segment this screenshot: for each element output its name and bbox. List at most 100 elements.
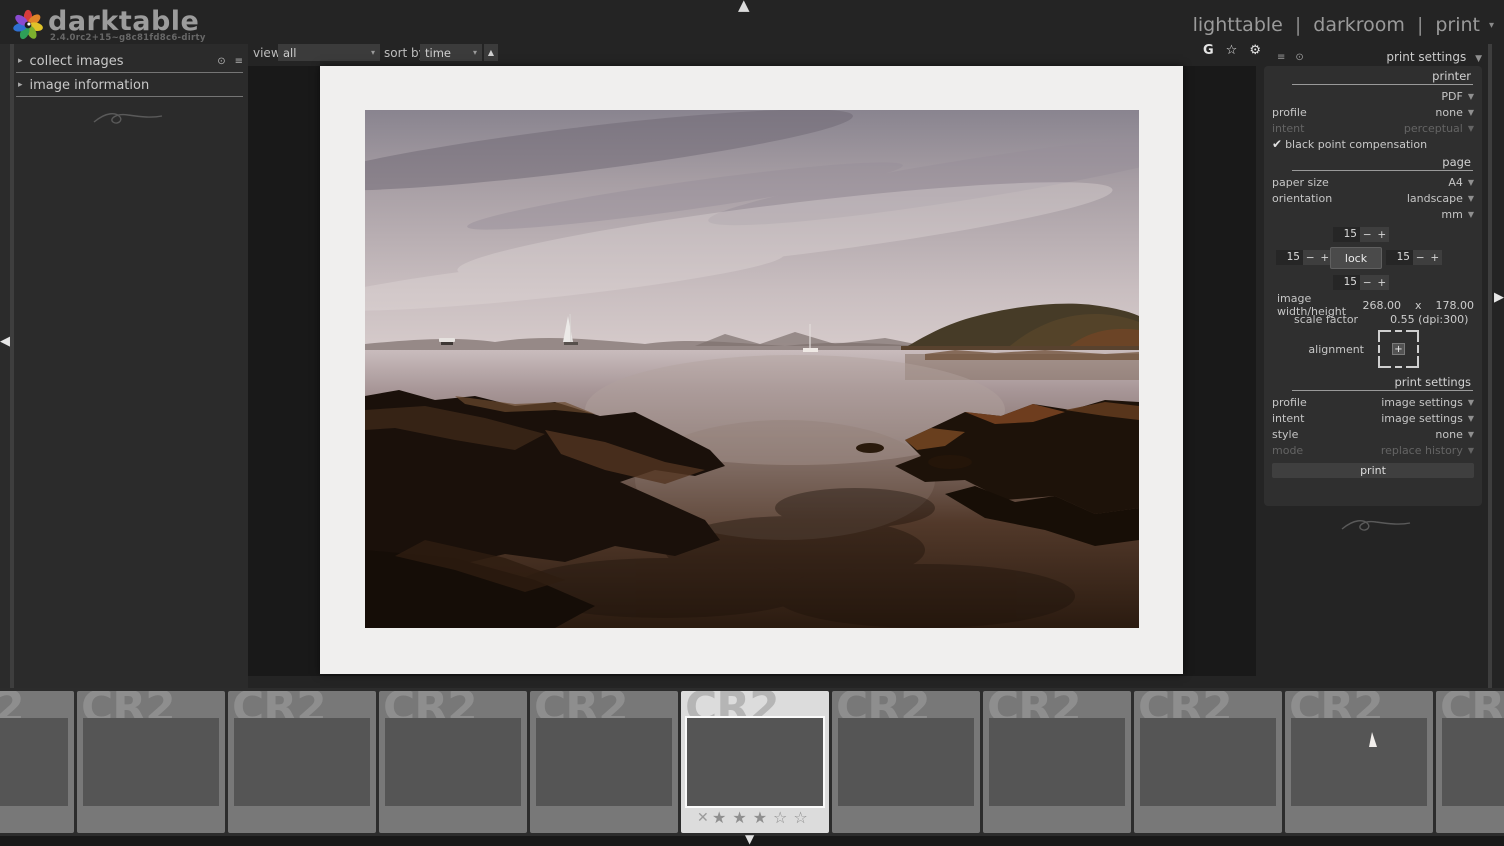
plus-icon[interactable]: + — [1377, 229, 1386, 241]
filmstrip-thumbnail[interactable]: CR2 — [983, 691, 1131, 833]
orientation-dropdown[interactable]: landscape ▼ — [1407, 192, 1474, 205]
grouping-icon[interactable]: G — [1203, 43, 1214, 58]
collect-images-section[interactable]: ▸ collect images ⊙ ≡ — [18, 50, 243, 72]
filmstrip-thumbnail[interactable]: CR2 — [77, 691, 225, 833]
paper-size-dropdown[interactable]: A4 ▼ — [1448, 176, 1474, 189]
bottom-panel-collapse-icon[interactable]: ▼ — [745, 832, 754, 846]
thumbnail-photo — [687, 718, 823, 806]
star-filled-icon[interactable]: ★ — [712, 809, 726, 827]
right-panel-handle[interactable] — [1488, 44, 1492, 688]
plus-icon[interactable]: + — [1430, 252, 1439, 264]
view-switcher: lighttable | darkroom | print — [1193, 14, 1480, 36]
align-top-left-button[interactable] — [1378, 330, 1391, 342]
printer-section-header[interactable]: printer — [1292, 69, 1473, 85]
view-darkroom[interactable]: darkroom — [1313, 14, 1405, 36]
print-settings-section-header[interactable]: print settings — [1292, 375, 1473, 391]
star-empty-icon[interactable]: ☆ — [773, 809, 787, 827]
filmstrip-thumbnail[interactable]: CR2 — [228, 691, 376, 833]
star-empty-icon[interactable]: ☆ — [793, 809, 807, 827]
image-information-label: image information — [30, 78, 150, 93]
minus-icon[interactable]: − — [1306, 252, 1315, 264]
left-panel-handle[interactable] — [10, 44, 14, 688]
margin-right-spinner[interactable]: 15 − + — [1386, 250, 1442, 265]
image-width-value: 268.00 — [1362, 299, 1401, 312]
sort-dropdown[interactable]: time ▾ — [420, 44, 482, 61]
printer-profile-dropdown[interactable]: none ▼ — [1435, 106, 1474, 119]
app-version: 2.4.0rc2+15~g8c81fd8c6-dirty — [50, 33, 206, 43]
align-top-center-button[interactable] — [1395, 330, 1402, 342]
filmstrip-thumbnail[interactable]: CR2 — [0, 691, 74, 833]
align-bottom-left-button[interactable] — [1378, 356, 1391, 368]
gear-icon[interactable]: ⚙ — [1249, 43, 1261, 58]
print-profile-dropdown[interactable]: image settings ▼ — [1381, 396, 1474, 409]
filmstrip-thumbnail[interactable]: CR2 — [1436, 691, 1504, 833]
margin-left-spinner[interactable]: 15 − + — [1276, 250, 1332, 265]
top-panel-collapse-icon[interactable]: ▲ — [738, 0, 750, 14]
printer-intent-dropdown[interactable]: perceptual ▼ — [1404, 122, 1474, 135]
mode-dropdown[interactable]: replace history ▼ — [1381, 444, 1474, 457]
minus-icon[interactable]: − — [1416, 252, 1425, 264]
black-point-compensation-checkbox[interactable]: ✔ black point compensation — [1264, 136, 1482, 152]
view-filter-dropdown[interactable]: all ▾ — [278, 44, 380, 61]
left-panel-collapse-icon[interactable]: ◀ — [0, 334, 10, 349]
printer-device-dropdown[interactable]: PDF ▼ — [1441, 90, 1474, 103]
align-middle-right-button[interactable] — [1406, 345, 1419, 353]
favorites-star-icon[interactable]: ☆ — [1226, 43, 1238, 58]
filmstrip-thumbnail[interactable]: CR2 — [530, 691, 678, 833]
right-panel-title[interactable]: print settings ▼ — [1360, 50, 1482, 64]
reset-icon[interactable]: ⊙ — [1295, 52, 1303, 63]
reject-icon[interactable]: ✕ — [697, 810, 709, 826]
margin-top-spinner[interactable]: 15 − + — [1333, 227, 1389, 242]
print-intent-dropdown[interactable]: image settings ▼ — [1381, 412, 1474, 425]
align-top-right-button[interactable] — [1406, 330, 1419, 342]
align-bottom-right-button[interactable] — [1406, 356, 1419, 368]
filmstrip-thumbnail[interactable]: CR2 — [1285, 691, 1433, 833]
alignment-label: alignment — [1272, 343, 1378, 356]
plus-icon[interactable]: + — [1377, 277, 1386, 289]
filmstrip-thumbnail[interactable]: CR2 — [832, 691, 980, 833]
minus-icon[interactable]: − — [1363, 229, 1372, 241]
print-profile-label: profile — [1272, 396, 1307, 409]
filmstrip-row: CR2 CR2 CR2 CR2 — [0, 691, 1504, 833]
image-dimensions-row: image width/height 268.00 x 178.00 — [1264, 298, 1482, 312]
filmstrip-thumbnail[interactable]: CR2 — [379, 691, 527, 833]
filmstrip-thumbnail[interactable]: CR2 ✕ ★★★☆☆ — [681, 691, 829, 833]
print-button[interactable]: print — [1272, 463, 1474, 478]
align-bottom-center-button[interactable] — [1395, 356, 1402, 368]
presets-icon[interactable]: ≡ — [1277, 52, 1285, 63]
sort-direction-button[interactable]: ▲ — [484, 44, 498, 61]
style-value: none — [1435, 428, 1462, 441]
view-print[interactable]: print — [1435, 14, 1480, 36]
mode-row: mode replace history ▼ — [1264, 442, 1482, 458]
style-dropdown[interactable]: none ▼ — [1435, 428, 1474, 441]
right-panel-collapse-icon[interactable]: ▶ — [1494, 290, 1504, 305]
minus-icon[interactable]: − — [1363, 277, 1372, 289]
star-filled-icon[interactable]: ★ — [732, 809, 746, 827]
printer-device-value: PDF — [1441, 90, 1462, 103]
reset-icon[interactable]: ⊙ — [217, 56, 225, 67]
align-center-button[interactable]: + — [1392, 343, 1405, 355]
thumbnail-footer: ✕ ★ ★ ★ ☆ ☆ — [681, 808, 829, 828]
intent-label: intent — [1272, 122, 1304, 135]
star-filled-icon[interactable]: ★ — [753, 809, 767, 827]
views-dropdown-icon[interactable]: ▾ — [1489, 20, 1494, 31]
image-information-section[interactable]: ▸ image information — [18, 74, 243, 96]
page-section-header[interactable]: page — [1292, 155, 1473, 171]
margins-lock-button[interactable]: lock — [1330, 247, 1382, 269]
scale-factor-value: 0.55 (dpi:300) — [1390, 313, 1468, 326]
plus-icon[interactable]: + — [1320, 252, 1329, 264]
view-lighttable[interactable]: lighttable — [1193, 14, 1283, 36]
presets-icon[interactable]: ≡ — [235, 56, 243, 67]
align-middle-left-button[interactable] — [1378, 345, 1391, 353]
orientation-value: landscape — [1407, 192, 1463, 205]
chevron-down-icon: ▼ — [1468, 430, 1474, 439]
chevron-down-icon: ▼ — [1468, 398, 1474, 407]
mode-value: replace history — [1381, 444, 1463, 457]
thumbnail-photo — [0, 718, 68, 806]
checkmark-icon: ✔ — [1272, 137, 1282, 151]
margin-top-value: 15 — [1333, 227, 1360, 242]
chevron-down-icon: ▼ — [1475, 54, 1482, 64]
margin-bottom-spinner[interactable]: 15 − + — [1333, 275, 1389, 290]
units-dropdown[interactable]: mm ▼ — [1441, 208, 1474, 221]
filmstrip-thumbnail[interactable]: CR2 — [1134, 691, 1282, 833]
